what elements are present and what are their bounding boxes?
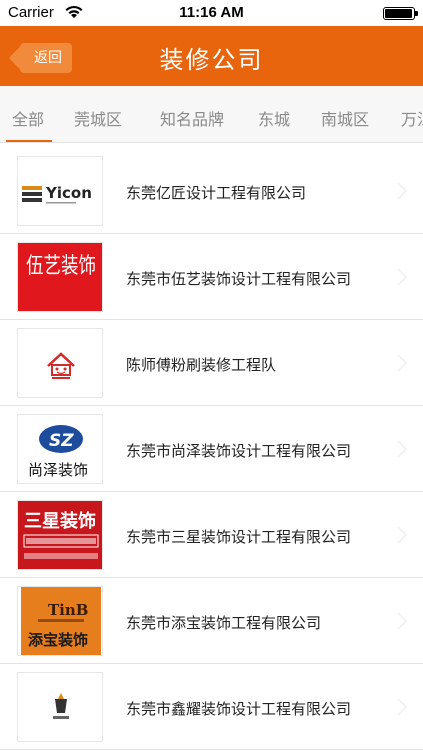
tab-guancheng[interactable]: 莞城区: [74, 106, 122, 130]
wuyi-logo-text: 伍艺装饰: [26, 254, 96, 279]
svg-text:SZ: SZ: [49, 431, 74, 451]
shangze-logo: SZ 尚泽装饰: [17, 414, 103, 484]
clock: 11:16 AM: [179, 4, 244, 21]
company-name: 东莞亿匠设计工程有限公司: [126, 184, 307, 202]
company-name: 东莞市伍艺装饰设计工程有限公司: [126, 270, 352, 288]
chevron-right-icon: [397, 526, 407, 544]
list-item[interactable]: TinB 添宝装饰 东莞市添宝装饰工程有限公司: [0, 578, 423, 664]
xinyao-logo: [17, 672, 103, 742]
list-item[interactable]: Yicon 东莞亿匠设计工程有限公司: [0, 148, 423, 234]
category-tab-bar: 全部 莞城区 知名品牌 东城 南城区 万江: [0, 86, 423, 143]
yicon-logo: Yicon: [17, 156, 103, 226]
status-bar: Carrier 11:16 AM: [0, 0, 423, 26]
company-name: 东莞市鑫耀装饰设计工程有限公司: [126, 700, 352, 718]
tianbao-logo: TinB 添宝装饰: [17, 586, 103, 656]
shangze-logo-text: 尚泽装饰: [28, 461, 88, 479]
tab-nancheng[interactable]: 南城区: [321, 106, 369, 130]
chevron-right-icon: [397, 698, 407, 716]
chevron-right-icon: [397, 182, 407, 200]
list-item[interactable]: 伍艺装饰 东莞市伍艺装饰设计工程有限公司: [0, 234, 423, 320]
sanxing-logo-text: 三星装饰: [24, 510, 96, 532]
company-name: 东莞市三星装饰设计工程有限公司: [126, 528, 352, 546]
company-name: 东莞市添宝装饰工程有限公司: [126, 614, 322, 632]
page-title: 装修公司: [159, 46, 264, 74]
chevron-right-icon: [397, 612, 407, 630]
svg-text:TinB: TinB: [48, 601, 88, 619]
company-name: 东莞市尚泽装饰设计工程有限公司: [126, 442, 352, 460]
sanxing-logo: 三星装饰: [17, 500, 103, 570]
battery-tip: [415, 11, 418, 16]
chevron-right-icon: [397, 268, 407, 286]
wuyi-logo: 伍艺装饰: [17, 242, 103, 312]
tab-all[interactable]: 全部: [12, 106, 44, 130]
tab-brands[interactable]: 知名品牌: [160, 106, 224, 130]
tab-dongcheng[interactable]: 东城: [258, 106, 290, 130]
chevron-right-icon: [397, 440, 407, 458]
tianbao-logo-text: 添宝装饰: [28, 631, 88, 649]
house-logo: [17, 328, 103, 398]
list-item[interactable]: 陈师傅粉刷装修工程队: [0, 320, 423, 406]
list-item[interactable]: 三星装饰 东莞市三星装饰设计工程有限公司: [0, 492, 423, 578]
tab-wanjiang[interactable]: 万江: [401, 106, 423, 130]
battery-icon: [383, 7, 415, 20]
company-name: 陈师傅粉刷装修工程队: [126, 356, 277, 374]
company-list: Yicon 东莞亿匠设计工程有限公司 伍艺装饰 东莞市伍艺装饰设计工程有限公司: [0, 143, 423, 750]
chevron-right-icon: [397, 354, 407, 372]
yicon-logo-text: Yicon: [45, 184, 92, 202]
nav-header: 返回 装修公司: [0, 26, 423, 86]
list-item[interactable]: SZ 尚泽装饰 东莞市尚泽装饰设计工程有限公司: [0, 406, 423, 492]
list-item[interactable]: 东莞市鑫耀装饰设计工程有限公司: [0, 664, 423, 750]
